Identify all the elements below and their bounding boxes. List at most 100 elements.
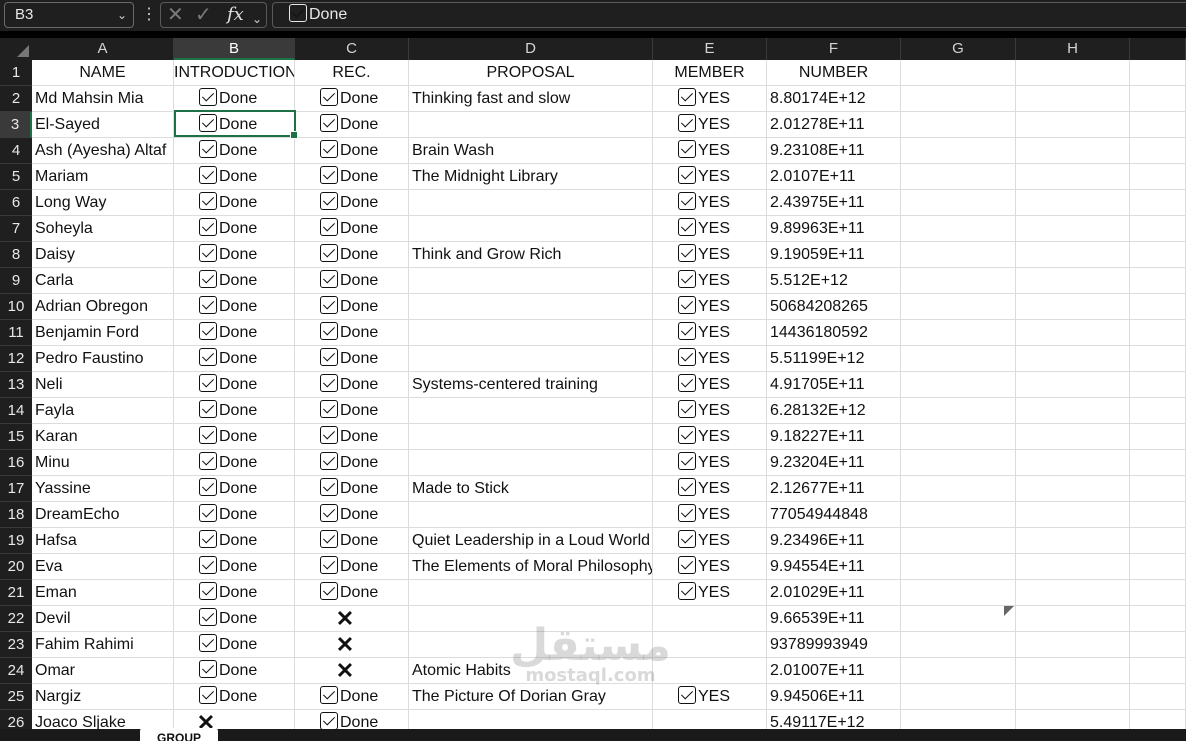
introduction-cell[interactable]: Done [174,632,295,658]
member-cell[interactable]: YES [653,528,767,554]
introduction-cell[interactable]: Done [174,554,295,580]
column-header-e[interactable]: E [653,38,767,60]
rec-cell[interactable]: Done [295,684,409,710]
cell[interactable] [1016,190,1130,216]
checkbox-checked-icon[interactable] [320,140,338,158]
cell[interactable] [1016,450,1130,476]
row-header[interactable]: 16 [0,450,32,476]
header-cell-h[interactable] [1016,60,1130,86]
cell[interactable] [901,164,1016,190]
number-cell[interactable]: 8.80174E+12 [767,86,901,112]
rec-cell[interactable]: Done [295,502,409,528]
cell[interactable] [901,138,1016,164]
cell[interactable] [1130,424,1186,450]
member-cell[interactable]: YES [653,242,767,268]
cell[interactable] [1130,268,1186,294]
number-cell[interactable]: 77054944848 [767,502,901,528]
checkbox-checked-icon[interactable] [320,556,338,574]
checkbox-checked-icon[interactable] [678,296,696,314]
checkbox-checked-icon[interactable] [320,426,338,444]
cell[interactable] [1130,528,1186,554]
checkbox-checked-icon[interactable] [678,504,696,522]
header-cell-c[interactable]: REC. [295,60,409,86]
row-header[interactable]: 17 [0,476,32,502]
checkbox-checked-icon[interactable] [199,296,217,314]
checkbox-checked-icon[interactable] [199,504,217,522]
introduction-cell[interactable]: Done [174,658,295,684]
checkbox-checked-icon[interactable] [320,478,338,496]
checkbox-checked-icon[interactable] [678,400,696,418]
proposal-cell[interactable]: Quiet Leadership in a Loud World [409,528,653,554]
checkbox-checked-icon[interactable] [320,218,338,236]
number-cell[interactable]: 14436180592 [767,320,901,346]
checkbox-checked-icon[interactable] [678,582,696,600]
name-cell[interactable]: Ash (Ayesha) Altaf [32,138,174,164]
cell[interactable] [1130,450,1186,476]
proposal-cell[interactable] [409,346,653,372]
member-cell[interactable]: YES [653,346,767,372]
rec-cell[interactable]: ✕ [295,658,409,684]
function-icon[interactable]: fx [227,4,244,26]
member-cell[interactable]: YES [653,684,767,710]
checkbox-checked-icon[interactable] [678,192,696,210]
introduction-cell[interactable]: Done [174,242,295,268]
cell[interactable] [1130,658,1186,684]
proposal-cell[interactable]: The Picture Of Dorian Gray [409,684,653,710]
proposal-cell[interactable]: Brain Wash [409,138,653,164]
row-header[interactable]: 5 [0,164,32,190]
introduction-cell[interactable]: Done [174,138,295,164]
checkbox-checked-icon[interactable] [320,452,338,470]
cell[interactable] [901,658,1016,684]
member-cell[interactable]: YES [653,190,767,216]
member-cell[interactable]: YES [653,554,767,580]
checkbox-checked-icon[interactable] [320,400,338,418]
cell[interactable] [1016,398,1130,424]
introduction-cell[interactable]: Done [174,424,295,450]
proposal-cell[interactable] [409,502,653,528]
checkbox-checked-icon[interactable] [678,270,696,288]
checkbox-checked-icon[interactable] [678,686,696,704]
name-cell[interactable]: Minu [32,450,174,476]
introduction-cell[interactable]: Done [174,450,295,476]
name-cell[interactable]: Mariam [32,164,174,190]
cell[interactable] [901,372,1016,398]
cell[interactable] [901,294,1016,320]
row-header[interactable]: 7 [0,216,32,242]
proposal-cell[interactable] [409,112,653,138]
cell[interactable] [901,450,1016,476]
column-header-f[interactable]: F [767,38,901,60]
cell[interactable] [1130,86,1186,112]
name-box[interactable]: B3 ⌄ [4,2,134,28]
introduction-cell[interactable]: Done [174,268,295,294]
name-cell[interactable]: Hafsa [32,528,174,554]
cell[interactable] [1016,86,1130,112]
rec-cell[interactable]: Done [295,372,409,398]
cell[interactable] [1016,606,1130,632]
number-cell[interactable]: 2.0107E+11 [767,164,901,190]
cell[interactable] [901,320,1016,346]
checkbox-checked-icon[interactable] [678,426,696,444]
checkbox-checked-icon[interactable] [199,660,217,678]
cell[interactable] [1130,502,1186,528]
number-cell[interactable]: 6.28132E+12 [767,398,901,424]
column-header-g[interactable]: G [901,38,1016,60]
column-header-c[interactable]: C [295,38,409,60]
cell[interactable] [901,476,1016,502]
cell[interactable] [1130,190,1186,216]
cell[interactable] [1016,216,1130,242]
proposal-cell[interactable]: Think and Grow Rich [409,242,653,268]
name-cell[interactable]: Daisy [32,242,174,268]
proposal-cell[interactable] [409,268,653,294]
member-cell[interactable]: YES [653,112,767,138]
checkbox-checked-icon[interactable] [320,296,338,314]
name-cell[interactable]: Md Mahsin Mia [32,86,174,112]
name-cell[interactable]: Devil [32,606,174,632]
member-cell[interactable]: YES [653,294,767,320]
sheet-tab-group[interactable]: GROUP [140,728,218,741]
row-header[interactable]: 25 [0,684,32,710]
column-header-h[interactable]: H [1016,38,1130,60]
name-cell[interactable]: Long Way [32,190,174,216]
chevron-down-icon[interactable]: ⌄ [117,3,127,27]
cell[interactable] [1016,684,1130,710]
number-cell[interactable]: 9.89963E+11 [767,216,901,242]
